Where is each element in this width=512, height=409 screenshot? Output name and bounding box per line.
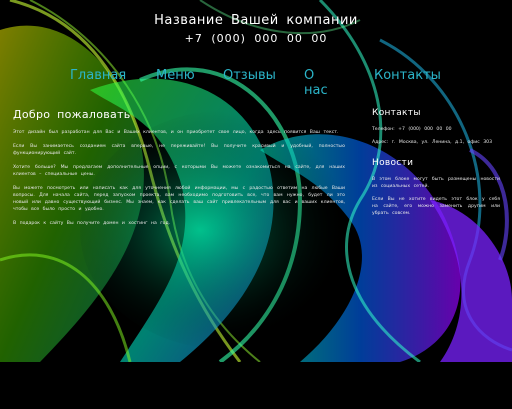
nav-item-home[interactable]: Главная [70, 68, 126, 83]
site-header: Название Вашей компании +7 (000) 000 00 … [0, 13, 512, 46]
contact-phone: Телефон: +7 (000) 000 00 00 [372, 127, 452, 132]
page-title: Добро пожаловать [13, 108, 131, 121]
nav-item-contacts[interactable]: Контакты [374, 68, 441, 83]
news-heading: Новости [372, 158, 414, 168]
intro-paragraph: В подарок к сайту Вы получите домен и хо… [13, 221, 171, 226]
intro-paragraph: Вы можете посмотреть или написать как дл… [13, 186, 345, 212]
intro-paragraph: Хотите больше? Мы предлагаем дополнитель… [13, 165, 345, 177]
contacts-heading: Контакты [372, 108, 421, 118]
main-content: Добро пожаловать Этот дизайн был разрабо… [13, 108, 345, 234]
nav-item-menu[interactable]: Меню [156, 68, 195, 83]
company-name: Название Вашей компании [154, 13, 358, 28]
footer-bar [0, 362, 512, 409]
intro-paragraph: Если Вы занимаетесь созданием сайта впер… [13, 144, 345, 156]
company-phone: +7 (000) 000 00 00 [184, 32, 328, 45]
sidebar: Контакты Телефон: +7 (000) 000 00 00 Адр… [372, 108, 500, 223]
news-item: Если Вы не хотите видеть этот блок у себ… [372, 197, 500, 216]
nav-item-about[interactable]: О нас [304, 68, 328, 98]
contact-address: Адрес: г. Москва, ул. Ленина, д.1, офис … [372, 140, 492, 145]
news-item: В этом блоке могут быть размещены новост… [372, 177, 500, 189]
intro-paragraph: Этот дизайн был разработан для Вас и Ваш… [13, 130, 339, 135]
nav-item-reviews[interactable]: Отзывы [223, 68, 276, 83]
